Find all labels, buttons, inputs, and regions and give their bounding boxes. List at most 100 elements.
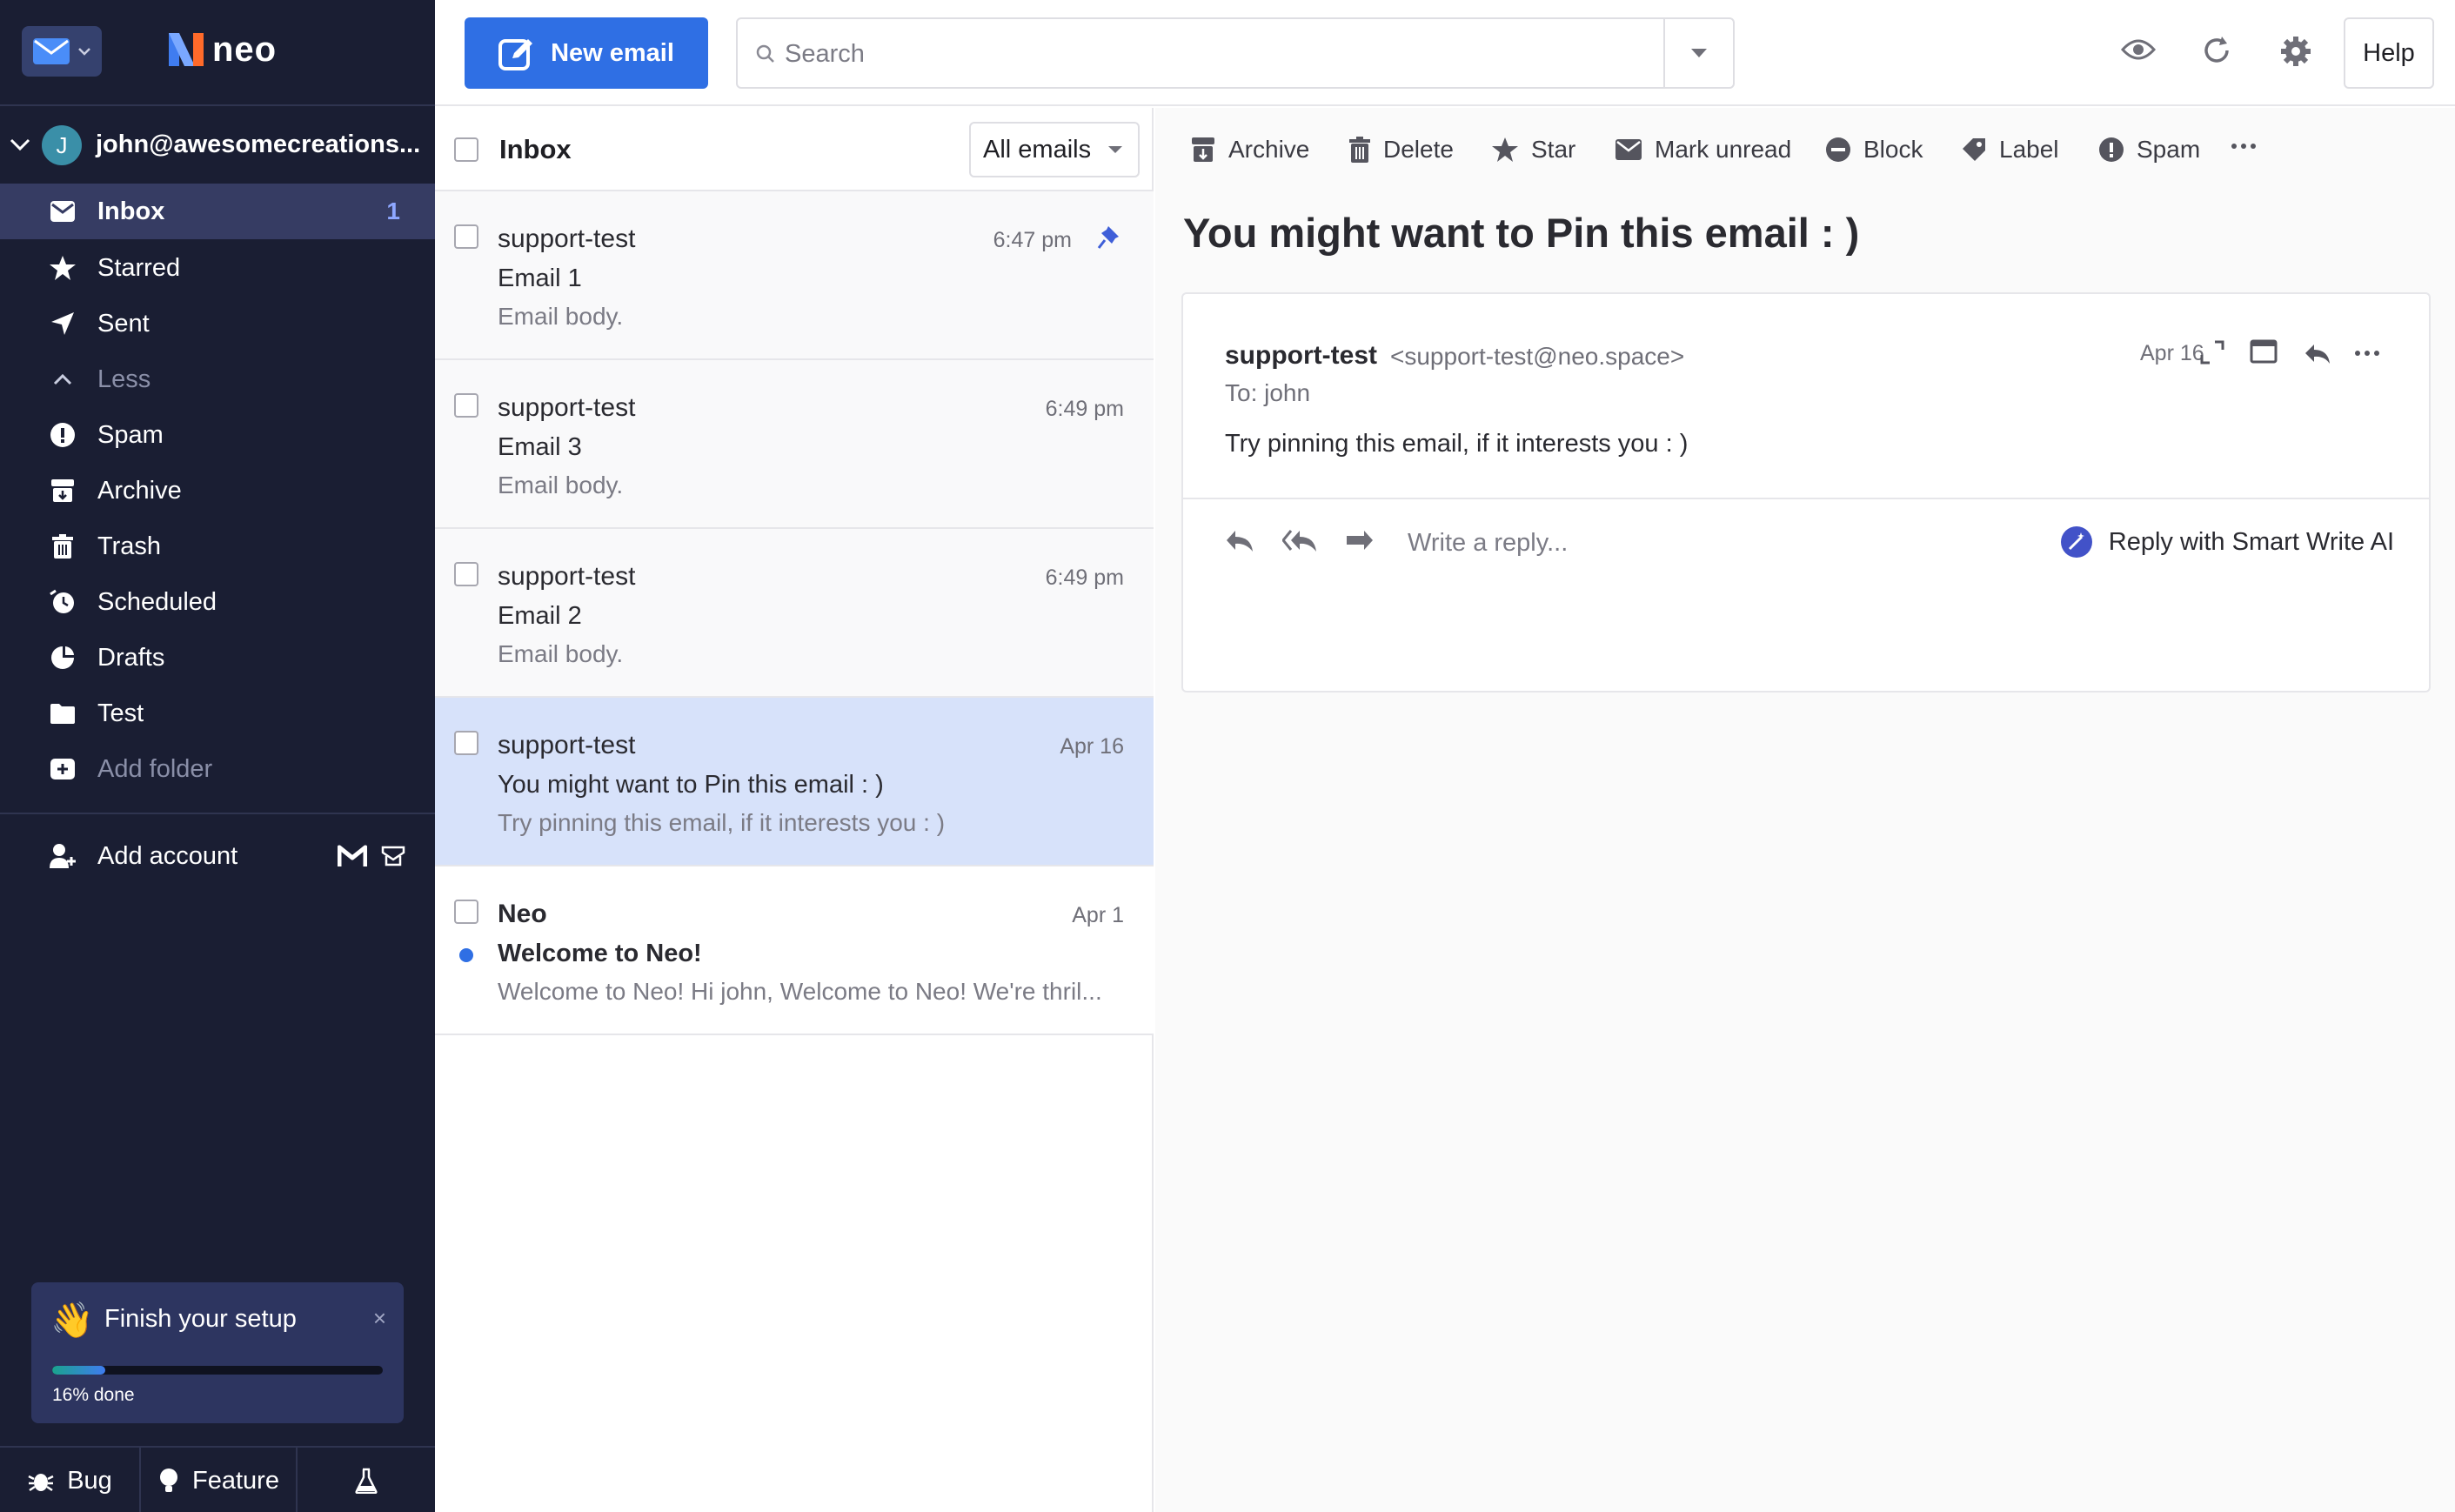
mark-unread-label: Mark unread bbox=[1655, 136, 1792, 163]
gmail-icon[interactable] bbox=[337, 844, 368, 873]
feature-label: Feature bbox=[192, 1466, 279, 1495]
message-date: Apr 16 bbox=[2140, 341, 2204, 365]
label-label: Label bbox=[1999, 136, 2059, 163]
sidebar-item-test[interactable]: Test bbox=[0, 686, 435, 741]
sidebar: neo J john@awesomecreations... Inbox 1 S… bbox=[0, 0, 435, 1512]
archive-button[interactable]: Archive bbox=[1190, 136, 1309, 164]
open-window-icon[interactable] bbox=[2250, 339, 2278, 364]
sidebar-item-spam[interactable]: Spam bbox=[0, 407, 435, 463]
report-bug-button[interactable]: Bug bbox=[0, 1448, 141, 1512]
sidebar-item-archive[interactable]: Archive bbox=[0, 463, 435, 518]
email-row-selected[interactable]: support-test Apr 16 You might want to Pi… bbox=[435, 698, 1154, 866]
eye-icon[interactable] bbox=[2121, 37, 2156, 63]
reply-all-icon[interactable] bbox=[1282, 529, 1317, 553]
compose-icon bbox=[498, 39, 533, 70]
chevron-down-icon bbox=[78, 48, 90, 56]
sidebar-item-label: Trash bbox=[97, 532, 162, 560]
block-label: Block bbox=[1863, 136, 1923, 163]
recipient: To: john bbox=[1225, 379, 1311, 406]
pin-icon[interactable] bbox=[1096, 224, 1120, 251]
smart-write-ai-button[interactable]: Reply with Smart Write AI bbox=[2060, 525, 2394, 559]
email-checkbox[interactable] bbox=[454, 562, 478, 586]
email-subject: You might want to Pin this email : ) bbox=[498, 771, 884, 799]
reply-icon[interactable] bbox=[1225, 529, 1254, 553]
search-bar[interactable] bbox=[736, 17, 1735, 89]
select-all-checkbox[interactable] bbox=[454, 137, 478, 162]
star-icon bbox=[1492, 137, 1518, 162]
labs-button[interactable] bbox=[298, 1448, 435, 1512]
email-sender: Neo bbox=[498, 900, 547, 928]
setup-title: Finish your setup bbox=[104, 1305, 297, 1333]
search-input[interactable] bbox=[785, 37, 1481, 71]
email-row[interactable]: support-test 6:49 pm Email 2 Email body. bbox=[435, 529, 1154, 698]
account-email: john@awesomecreations... bbox=[96, 130, 421, 158]
sidebar-item-drafts[interactable]: Drafts bbox=[0, 630, 435, 686]
label-button[interactable]: Label bbox=[1961, 136, 2059, 164]
neo-logo-icon bbox=[169, 33, 204, 66]
gear-icon[interactable] bbox=[2279, 35, 2312, 68]
sidebar-item-sent[interactable]: Sent bbox=[0, 296, 435, 351]
reply-icon[interactable] bbox=[2304, 343, 2331, 365]
email-date: 6:47 pm bbox=[993, 228, 1072, 252]
email-row[interactable]: support-test 6:49 pm Email 3 Email body. bbox=[435, 360, 1154, 529]
feature-request-button[interactable]: Feature bbox=[141, 1448, 298, 1512]
setup-progress-bar bbox=[52, 1366, 383, 1375]
delete-button[interactable]: Delete bbox=[1348, 136, 1454, 164]
spam-button[interactable]: Spam bbox=[2098, 136, 2200, 164]
message-list: Inbox All emails support-test 6:47 pm Em… bbox=[435, 108, 1154, 1512]
refresh-icon[interactable] bbox=[2201, 35, 2232, 66]
message-card: support-test <support-test@neo.space> To… bbox=[1181, 292, 2431, 692]
neo-logo: neo bbox=[165, 30, 277, 70]
envelope-icon bbox=[1615, 139, 1642, 160]
email-checkbox[interactable] bbox=[454, 224, 478, 249]
caret-down-icon bbox=[1108, 146, 1123, 153]
account-switcher[interactable]: J john@awesomecreations... bbox=[0, 118, 435, 171]
block-button[interactable]: Block bbox=[1825, 136, 1923, 164]
app-switcher[interactable] bbox=[22, 26, 102, 77]
email-checkbox[interactable] bbox=[454, 900, 478, 924]
star-button[interactable]: Star bbox=[1491, 136, 1575, 164]
more-actions-button[interactable] bbox=[2231, 143, 2257, 150]
sidebar-item-scheduled[interactable]: Scheduled bbox=[0, 574, 435, 630]
unread-indicator bbox=[459, 948, 473, 962]
email-row[interactable]: support-test 6:47 pm Email 1 Email body. bbox=[435, 191, 1154, 360]
add-account-button[interactable]: Add account bbox=[0, 828, 435, 884]
sidebar-item-label: Sent bbox=[97, 309, 150, 338]
email-preview: Email body. bbox=[498, 472, 624, 498]
archive-label: Archive bbox=[1228, 136, 1310, 163]
archive-icon bbox=[49, 477, 77, 505]
new-email-button[interactable]: New email bbox=[465, 17, 708, 89]
reply-bar: Write a reply... Reply with Smart Write … bbox=[1183, 498, 2429, 585]
sidebar-item-label: Scheduled bbox=[97, 587, 217, 616]
reply-input[interactable]: Write a reply... bbox=[1408, 529, 1568, 558]
email-date: 6:49 pm bbox=[1045, 397, 1124, 421]
mark-unread-button[interactable]: Mark unread bbox=[1615, 136, 1791, 164]
sidebar-item-label: Spam bbox=[97, 420, 164, 449]
setup-card[interactable]: 👋 Finish your setup × 16% done bbox=[31, 1282, 404, 1423]
outlook-icon[interactable] bbox=[381, 844, 405, 873]
sidebar-item-inbox[interactable]: Inbox 1 bbox=[0, 184, 435, 239]
sidebar-item-label: Drafts bbox=[97, 643, 165, 672]
sidebar-item-starred[interactable]: Starred bbox=[0, 240, 435, 296]
sender-name: support-test bbox=[1225, 341, 1377, 370]
reading-pane: Archive Delete Star Mark unread Block La… bbox=[1155, 108, 2455, 1512]
email-date: 6:49 pm bbox=[1045, 565, 1124, 590]
more-horizontal-icon[interactable] bbox=[2354, 350, 2380, 357]
email-row-unread[interactable]: Neo Apr 1 Welcome to Neo! Welcome to Neo… bbox=[435, 866, 1154, 1035]
block-icon bbox=[1826, 137, 1850, 162]
sidebar-item-less[interactable]: Less bbox=[0, 351, 435, 407]
forward-icon[interactable] bbox=[1345, 529, 1375, 553]
search-options-button[interactable] bbox=[1663, 19, 1733, 87]
sidebar-item-add-folder[interactable]: Add folder bbox=[0, 741, 435, 797]
close-icon[interactable]: × bbox=[373, 1305, 386, 1332]
email-subject: Email 1 bbox=[498, 264, 582, 292]
email-date: Apr 16 bbox=[1060, 734, 1124, 759]
email-checkbox[interactable] bbox=[454, 731, 478, 755]
help-button[interactable]: Help bbox=[2344, 17, 2434, 89]
email-checkbox[interactable] bbox=[454, 393, 478, 418]
sidebar-item-trash[interactable]: Trash bbox=[0, 518, 435, 574]
expand-icon[interactable] bbox=[2199, 339, 2225, 365]
mail-icon bbox=[33, 38, 70, 64]
logo-text: neo bbox=[212, 30, 278, 69]
email-filter-dropdown[interactable]: All emails bbox=[969, 122, 1140, 177]
